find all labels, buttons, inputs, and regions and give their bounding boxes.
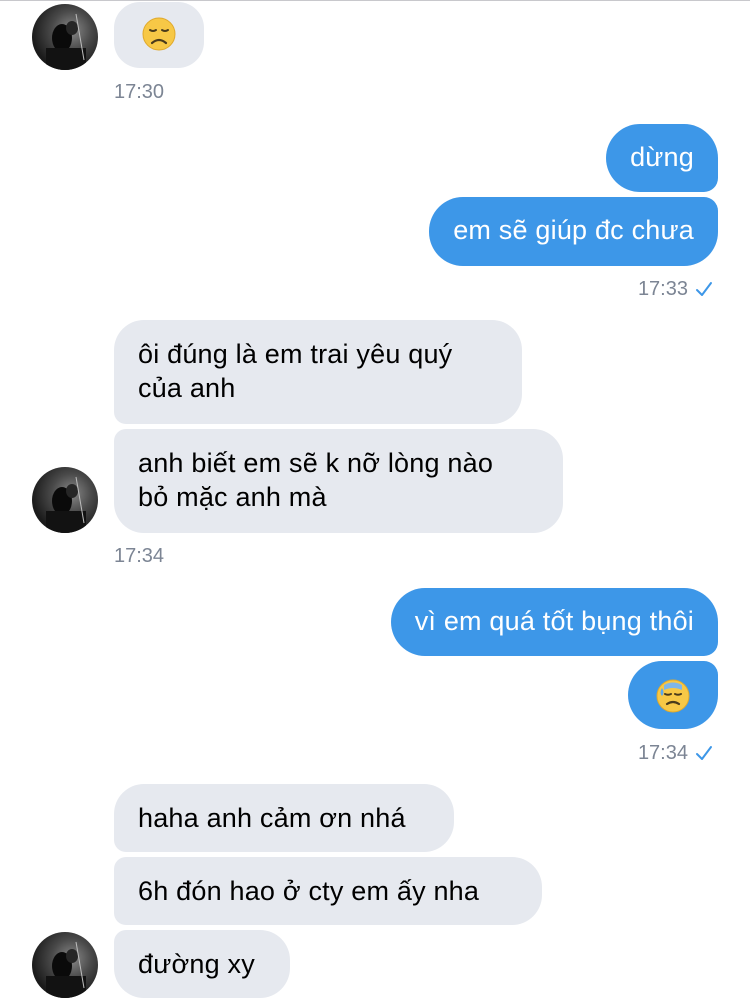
- message-text-line: của anh: [138, 373, 236, 403]
- disappointed-face-icon: [141, 16, 177, 60]
- incoming-message-bubble[interactable]: 6h đón hao ở cty em ấy nha: [114, 857, 542, 925]
- message-text: 6h đón hao ở cty em ấy nha: [138, 876, 480, 906]
- message-timestamp: 17:30: [114, 81, 165, 103]
- message-timestamp: 17:33: [637, 278, 688, 300]
- message-timestamp: 17:34: [114, 545, 165, 567]
- message-timestamp: 17:34: [637, 742, 688, 764]
- incoming-message-bubble[interactable]: ôi đúng là em trai yêu quý của anh: [114, 320, 522, 424]
- message-text-line: anh biết em sẽ k nỡ lòng nào: [138, 448, 494, 478]
- top-divider: [0, 0, 750, 1]
- contact-avatar[interactable]: [32, 4, 98, 70]
- read-check-icon: [696, 282, 712, 296]
- message-text: haha anh cảm ơn nhá: [138, 803, 406, 833]
- message-text: đường xy: [138, 949, 255, 979]
- incoming-message-bubble[interactable]: [114, 2, 204, 68]
- message-text: dừng: [630, 142, 694, 172]
- downcast-face-with-sweat-icon: [654, 676, 692, 722]
- outgoing-message-bubble[interactable]: dừng: [606, 124, 718, 192]
- message-text: em sẽ giúp đc chưa: [453, 215, 694, 245]
- incoming-message-bubble[interactable]: haha anh cảm ơn nhá: [114, 784, 454, 852]
- outgoing-message-bubble[interactable]: [628, 661, 718, 729]
- contact-avatar[interactable]: [32, 932, 98, 998]
- outgoing-message-bubble[interactable]: em sẽ giúp đc chưa: [429, 197, 718, 266]
- contact-avatar[interactable]: [32, 467, 98, 533]
- message-text-line: ôi đúng là em trai yêu quý: [138, 339, 453, 369]
- message-text-line: bỏ mặc anh mà: [138, 482, 327, 512]
- incoming-message-bubble[interactable]: anh biết em sẽ k nỡ lòng nào bỏ mặc anh …: [114, 429, 563, 533]
- message-text: vì em quá tốt bụng thôi: [414, 606, 694, 636]
- outgoing-message-bubble[interactable]: vì em quá tốt bụng thôi: [390, 588, 718, 656]
- read-check-icon: [696, 746, 712, 760]
- incoming-message-bubble[interactable]: đường xy: [114, 930, 290, 998]
